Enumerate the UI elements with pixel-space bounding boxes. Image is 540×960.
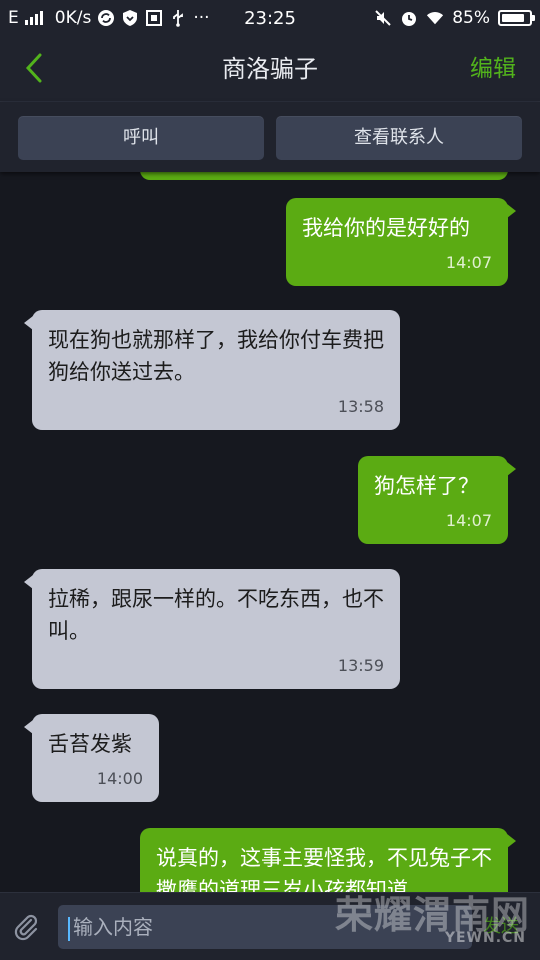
compose-bar: 输入内容 发送 (0, 892, 540, 960)
message-text: 狗怎样了？ (374, 474, 479, 498)
message-input[interactable]: 输入内容 (58, 905, 472, 949)
screenshot-icon (145, 9, 163, 27)
message-text: 我给你的是好好的 (302, 216, 470, 240)
message-text: 拉稀，跟尿一样的。不吃东西，也不叫。 (48, 587, 384, 643)
chevron-left-icon (25, 53, 42, 83)
message-time: 13:59 (337, 656, 384, 675)
action-bar: 呼叫 查看联系人 (0, 102, 540, 172)
send-button[interactable]: 发送 (476, 907, 526, 947)
message-time: 13:58 (337, 397, 384, 416)
text-caret (68, 916, 70, 941)
message-list[interactable]: 我给你的是好好的 14:07 现在狗也就那样了，我给你付车费把狗给你送过去。 1… (0, 172, 540, 892)
status-bar: E 0K/s ··· 23:25 85% (0, 0, 540, 36)
message-bubble-outgoing[interactable]: 说真的，这事主要怪我，不见兔子不撒鹰的道理三岁小孩都知道 (140, 828, 516, 892)
vpn-shield-icon (121, 9, 139, 27)
message-time: 14:07 (445, 511, 492, 530)
message-bubble-incoming[interactable]: 现在狗也就那样了，我给你付车费把狗给你送过去。 13:58 (24, 310, 400, 430)
network-speed: 0K/s (54, 8, 92, 28)
message-input-placeholder: 输入内容 (73, 915, 153, 939)
battery-percent: 85% (452, 8, 490, 28)
message-text: 说真的，这事主要怪我，不见兔子不撒鹰的道理三岁小孩都知道 (156, 846, 492, 892)
more-dots-icon: ··· (193, 8, 210, 28)
message-bubble-outgoing[interactable]: 我给你的是好好的 14:07 (286, 198, 516, 286)
network-type: E (8, 8, 19, 28)
message-text: 舌苔发紫 (48, 732, 132, 756)
attach-button[interactable] (10, 911, 42, 943)
usb-icon (169, 9, 187, 27)
paperclip-icon (14, 914, 38, 941)
call-button[interactable]: 呼叫 (18, 116, 264, 160)
message-bubble-outgoing[interactable]: 狗怎样了？ 14:07 (358, 456, 516, 544)
sync-icon (97, 9, 115, 27)
header: 商洛骗子 编辑 (0, 36, 540, 102)
back-button[interactable] (18, 50, 54, 86)
message-time: 14:00 (96, 769, 143, 788)
alarm-icon (400, 9, 418, 27)
message-text: 现在狗也就那样了，我给你付车费把狗给你送过去。 (48, 328, 384, 384)
message-bubble-incoming[interactable]: 舌苔发紫 14:00 (24, 714, 159, 802)
message-bubble-incoming[interactable]: 拉稀，跟尿一样的。不吃东西，也不叫。 13:59 (24, 569, 400, 689)
view-contact-button[interactable]: 查看联系人 (276, 116, 522, 160)
battery-icon (498, 10, 535, 26)
signal-icon (24, 11, 43, 25)
battery-level (502, 14, 524, 22)
partial-message-bubble (140, 172, 508, 180)
edit-button[interactable]: 编辑 (470, 36, 516, 102)
wifi-icon (426, 9, 444, 27)
page-title: 商洛骗子 (222, 55, 318, 83)
message-time: 14:07 (445, 253, 492, 272)
mute-icon (374, 9, 392, 27)
